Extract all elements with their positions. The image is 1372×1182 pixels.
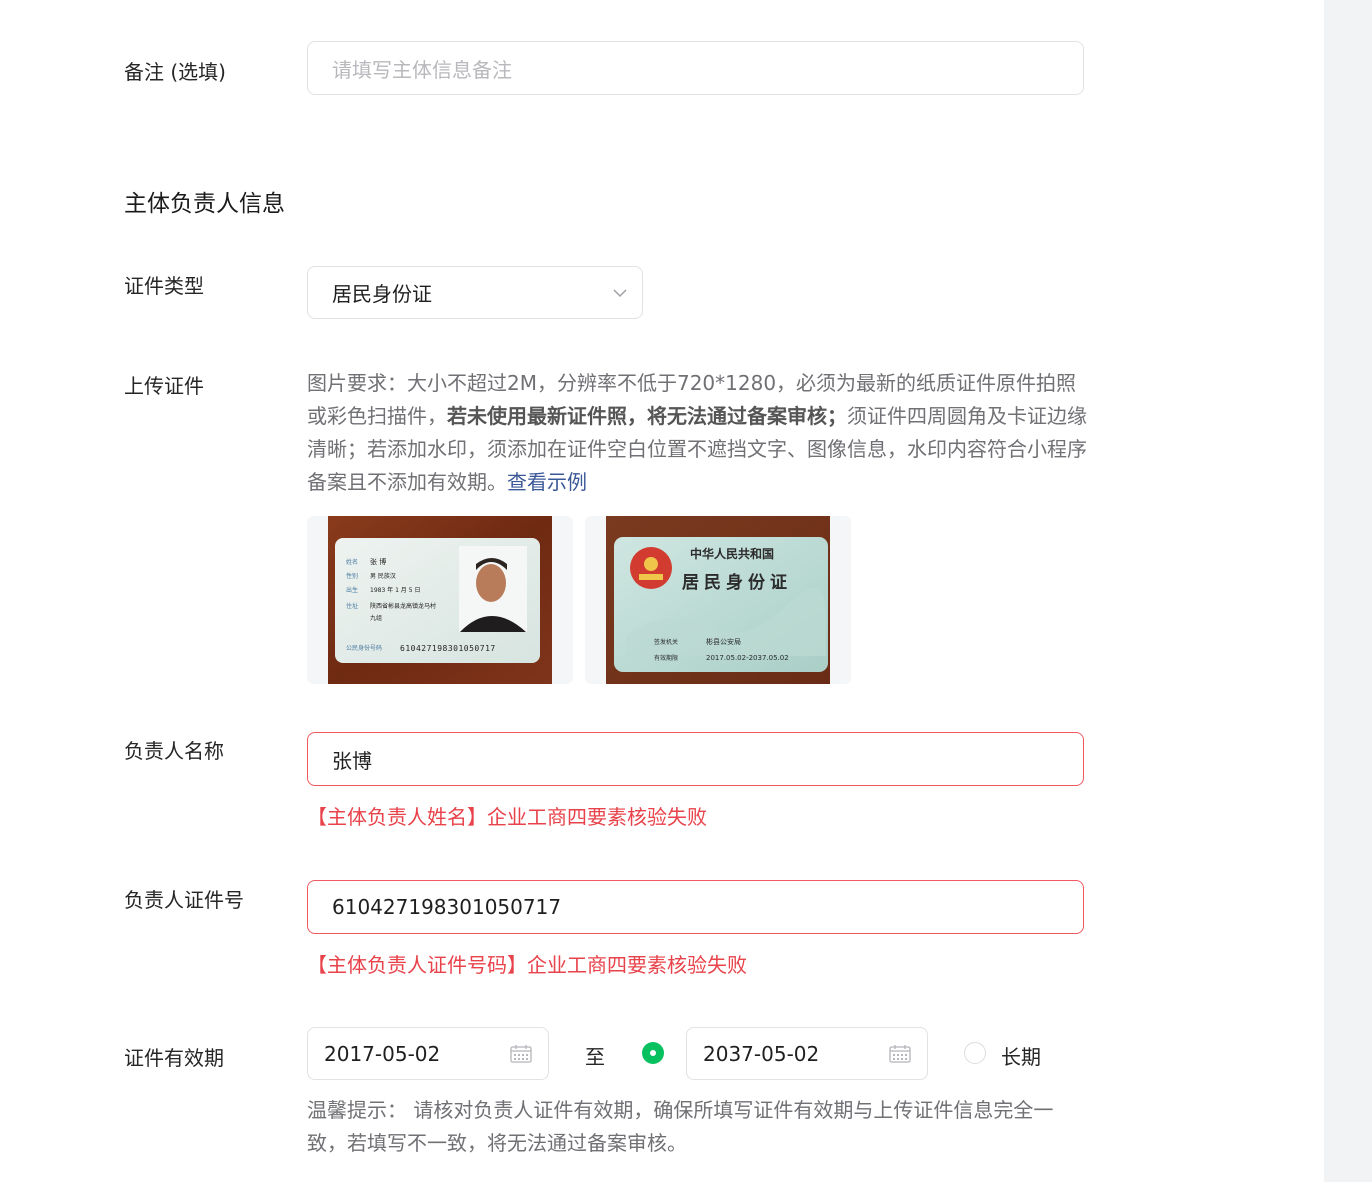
remark-label: 备注 (选填)	[124, 60, 226, 84]
long-term-label: 长期	[1001, 1045, 1041, 1069]
remark-placeholder: 请填写主体信息备注	[332, 57, 512, 82]
back-validity-label: 有效期限	[654, 654, 678, 662]
id-type-value: 居民身份证	[332, 282, 432, 306]
front-val-1: 张 博	[370, 557, 386, 566]
back-title: 居民身份证	[682, 572, 792, 593]
view-example-link[interactable]: 查看示例	[507, 470, 587, 494]
date-range-separator: 至	[585, 1045, 605, 1069]
back-authority-label: 签发机关	[654, 638, 678, 646]
person-id-value: 610427198301050717	[332, 895, 562, 919]
front-key-4: 住址	[346, 602, 358, 610]
long-term-radio[interactable]	[964, 1042, 986, 1064]
person-name-error: 【主体负责人姓名】企业工商四要素核验失败	[307, 805, 707, 829]
person-name-input[interactable]: 张博	[307, 732, 1084, 786]
person-id-error: 【主体负责人证件号码】企业工商四要素核验失败	[307, 953, 747, 977]
id-type-select[interactable]: 居民身份证	[307, 266, 643, 319]
front-key-2: 性别	[346, 572, 358, 580]
person-id-label: 负责人证件号	[124, 888, 244, 912]
id-card-back-image: 中华人民共和国 居民身份证 签发机关 彬县公安局 有效期限 2017.05.02…	[606, 516, 830, 684]
calendar-icon	[889, 1045, 911, 1063]
back-authority: 彬县公安局	[706, 637, 741, 646]
upload-label: 上传证件	[124, 374, 204, 398]
front-val-5: 九组	[370, 614, 382, 622]
validity-label: 证件有效期	[124, 1046, 224, 1070]
upload-slot-back[interactable]: 中华人民共和国 居民身份证 签发机关 彬县公安局 有效期限 2017.05.02…	[585, 516, 851, 684]
radio-dot	[650, 1050, 656, 1056]
person-id-input[interactable]: 610427198301050717	[307, 880, 1084, 934]
front-val-3: 1983 年 1 月 5 日	[370, 586, 420, 594]
person-name-label: 负责人名称	[124, 739, 224, 763]
id-card-front-image: 姓名 张 博 性别 男 民族汉 出生 1983 年 1 月 5 日 住址 陕西省…	[328, 516, 552, 684]
front-key-3: 出生	[346, 586, 358, 594]
end-date-radio[interactable]	[642, 1042, 664, 1064]
person-name-value: 张博	[332, 748, 372, 773]
upload-slot-front[interactable]: 姓名 张 博 性别 男 民族汉 出生 1983 年 1 月 5 日 住址 陕西省…	[307, 516, 573, 684]
id-type-label: 证件类型	[124, 274, 204, 298]
front-id-number: 610427198301050717	[400, 644, 496, 653]
start-date-input[interactable]: 2017-05-02	[307, 1027, 549, 1080]
front-val-2: 男 民族汉	[370, 572, 396, 580]
back-validity: 2017.05.02-2037.05.02	[706, 654, 789, 662]
scrollbar-track[interactable]	[1324, 0, 1372, 1182]
end-date-input[interactable]: 2037-05-02	[686, 1027, 928, 1080]
section-title: 主体负责人信息	[124, 191, 285, 217]
front-id-label: 公民身份号码	[346, 644, 382, 652]
remark-input[interactable]: 请填写主体信息备注	[307, 41, 1084, 95]
upload-hint-bold: 若未使用最新证件照，将无法通过备案审核；	[447, 404, 847, 428]
end-date-value: 2037-05-02	[703, 1041, 820, 1066]
calendar-icon	[510, 1045, 532, 1063]
chevron-down-icon	[613, 289, 627, 298]
back-country: 中华人民共和国	[690, 546, 774, 561]
front-val-4: 陕西省彬县龙高镇龙马村	[370, 602, 436, 610]
validity-tip: 温馨提示： 请核对负责人证件有效期，确保所填写证件有效期与上传证件信息完全一致，…	[307, 1098, 1054, 1155]
start-date-value: 2017-05-02	[324, 1041, 441, 1066]
upload-hint: 图片要求：大小不超过2M，分辨率不低于720*1280，必须为最新的纸质证件原件…	[307, 367, 1087, 499]
front-key-1: 姓名	[346, 558, 358, 566]
